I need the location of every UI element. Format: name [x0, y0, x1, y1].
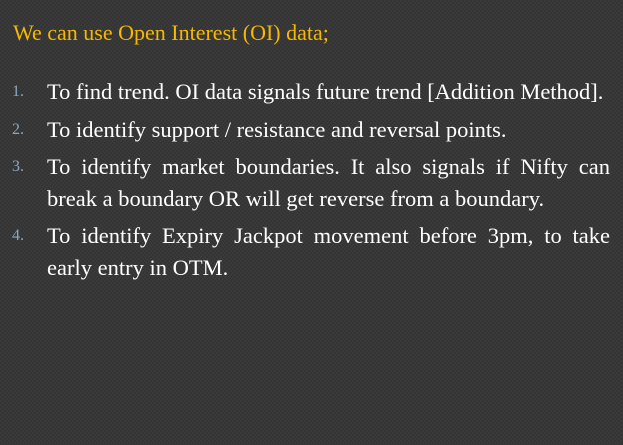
slide: We can use Open Interest (OI) data; 1. T…	[0, 0, 623, 445]
list-item: 3. To identify market boundaries. It als…	[12, 151, 610, 214]
list-item: 2. To identify support / resistance and …	[12, 114, 610, 146]
list-item-number: 2.	[12, 120, 24, 138]
list-item-text: To find trend. OI data signals future tr…	[47, 79, 604, 104]
list-item: 4. To identify Expiry Jackpot movement b…	[12, 220, 610, 283]
list-item: 1. To find trend. OI data signals future…	[12, 76, 610, 108]
point-list: 1. To find trend. OI data signals future…	[12, 76, 610, 289]
list-item-number: 3.	[12, 158, 24, 175]
list-item-text: To identify support / resistance and rev…	[47, 116, 507, 142]
list-item-text: To identify Expiry Jackpot movement befo…	[47, 223, 610, 280]
list-item-number: 1.	[12, 83, 24, 100]
list-item-text: To identify market boundaries. It also s…	[47, 154, 610, 211]
slide-title: We can use Open Interest (OI) data;	[13, 20, 329, 45]
list-item-number: 4.	[12, 227, 24, 244]
